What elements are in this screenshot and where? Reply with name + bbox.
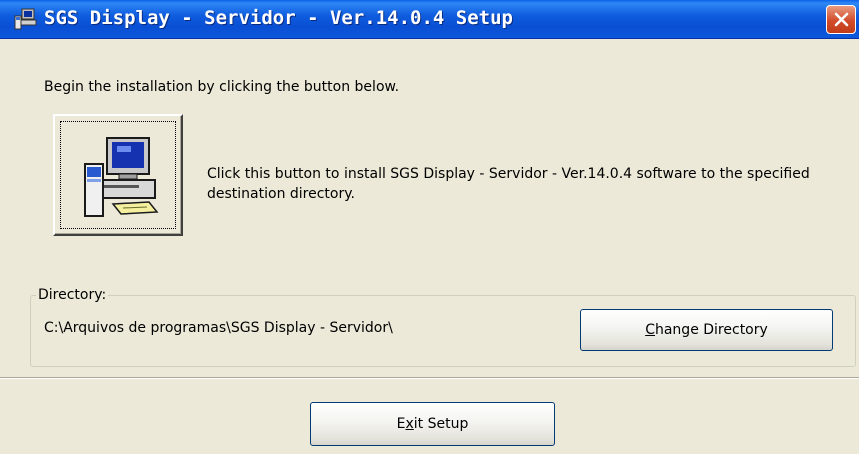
directory-group-label: Directory: [36,287,109,303]
separator [0,377,859,379]
close-button[interactable] [826,5,856,34]
exit-setup-button[interactable]: Exit Setup [310,402,555,446]
close-icon [834,12,849,27]
setup-computer-icon [14,7,38,31]
exit-label-post: it Setup [413,416,469,432]
window-title: SGS Display - Servidor - Ver.14.0.4 Setu… [44,7,513,29]
title-bar[interactable]: SGS Display - Servidor - Ver.14.0.4 Setu… [0,0,859,39]
change-directory-button[interactable]: Change Directory [580,309,833,351]
change-directory-accel: C [645,322,655,338]
install-computer-icon [84,137,159,217]
install-description: Click this button to install SGS Display… [207,166,810,202]
install-button[interactable] [53,114,183,236]
intro-text: Begin the installation by clicking the b… [44,79,400,95]
change-directory-label: hange Directory [654,322,768,338]
exit-label-accel: x [405,416,414,432]
directory-path: C:\Arquivos de programas\SGS Display - S… [44,320,393,336]
